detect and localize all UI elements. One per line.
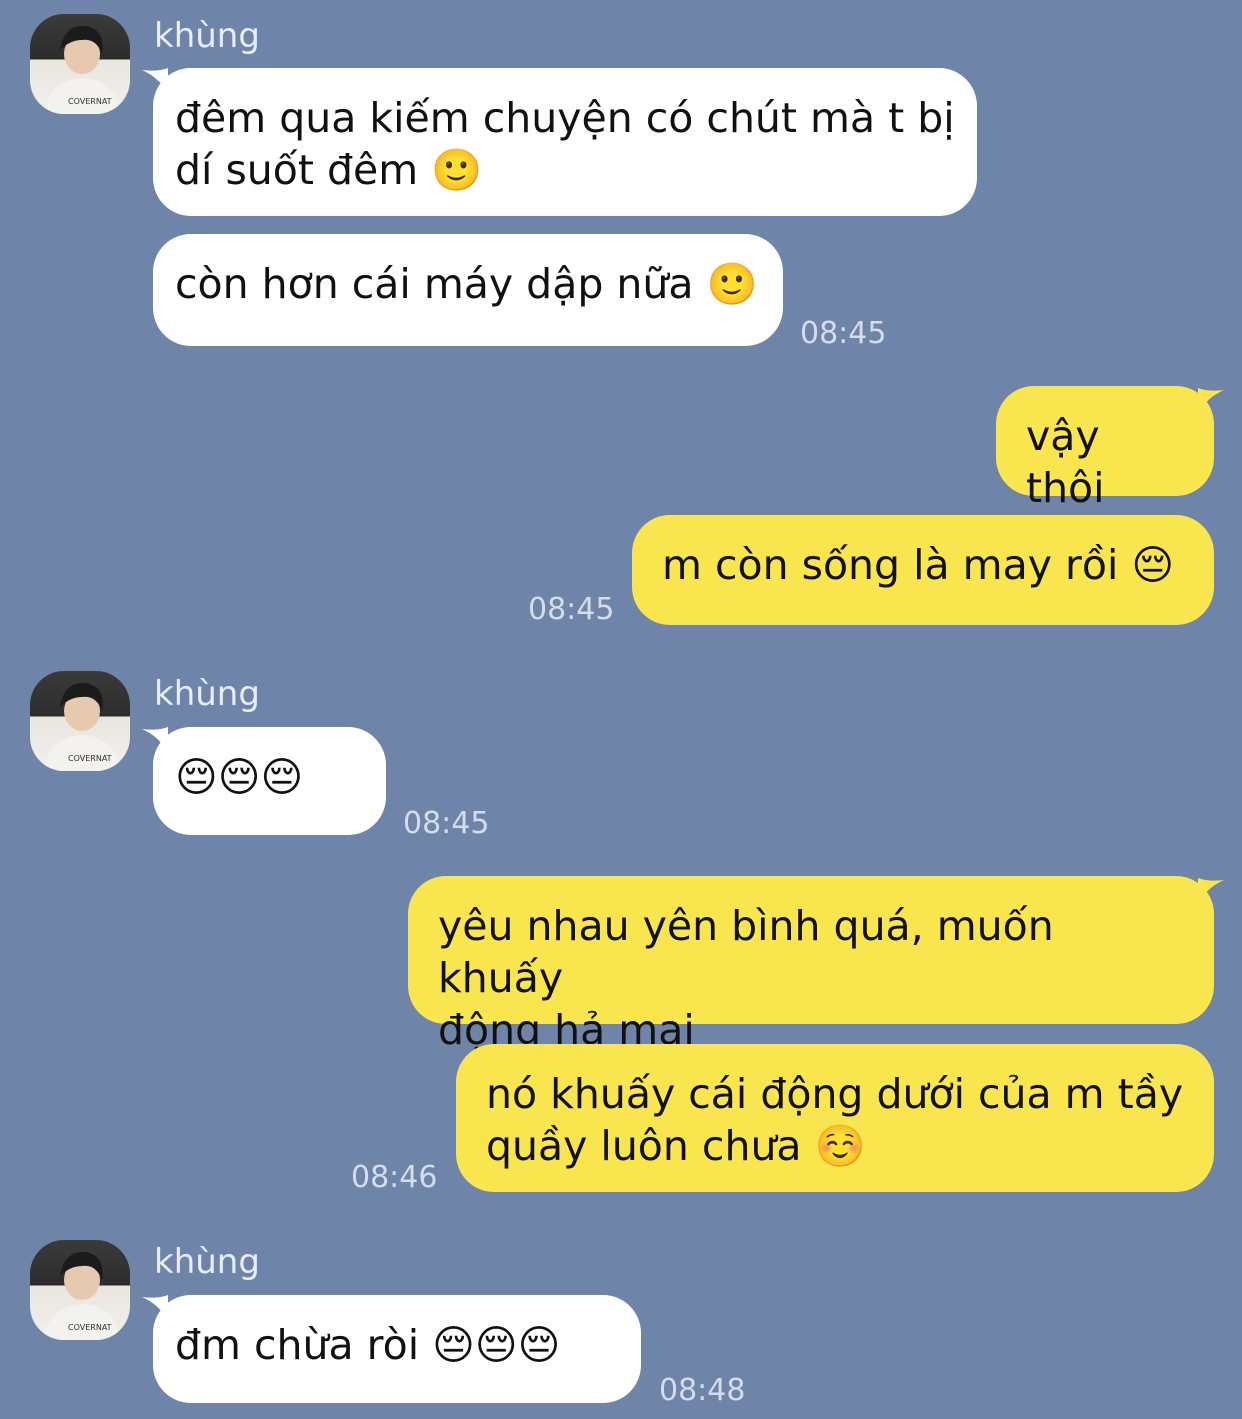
message-bubble[interactable]: còn hơn cái máy dập nữa 🙂 [153, 234, 783, 346]
contact-avatar[interactable]: COVERNAT [30, 14, 130, 114]
contact-name: khùng [154, 674, 260, 714]
contact-name: khùng [154, 16, 260, 56]
message-bubble[interactable]: nó khuấy cái động dưới của m tầy quầy lu… [456, 1044, 1214, 1192]
message-time: 08:46 [351, 1160, 438, 1195]
message-time: 08:45 [528, 592, 615, 627]
message-bubble[interactable]: vậy thôi [996, 386, 1214, 512]
message-bubble[interactable]: đm chừa ròi 😔😔😔 [153, 1295, 641, 1403]
message-bubble[interactable]: yêu nhau yên bình quá, muốn khuấy động h… [408, 876, 1214, 1054]
svg-text:COVERNAT: COVERNAT [68, 97, 112, 106]
avatar-photo-icon: COVERNAT [44, 682, 120, 771]
avatar-photo-icon: COVERNAT [44, 1251, 120, 1340]
message-time: 08:45 [403, 806, 490, 841]
message-bubble[interactable]: m còn sống là may rồi 😔 [632, 515, 1214, 625]
svg-text:COVERNAT: COVERNAT [68, 754, 112, 763]
contact-name: khùng [154, 1242, 260, 1282]
message-time: 08:45 [800, 316, 887, 351]
message-bubble[interactable]: đêm qua kiếm chuyện có chút mà t bị dí s… [153, 68, 977, 216]
message-time: 08:48 [659, 1373, 746, 1408]
contact-avatar[interactable]: COVERNAT [30, 671, 130, 771]
svg-text:COVERNAT: COVERNAT [68, 1323, 112, 1332]
contact-avatar[interactable]: COVERNAT [30, 1240, 130, 1340]
message-bubble[interactable]: 😔😔😔 [153, 727, 386, 835]
avatar-photo-icon: COVERNAT [44, 25, 120, 114]
